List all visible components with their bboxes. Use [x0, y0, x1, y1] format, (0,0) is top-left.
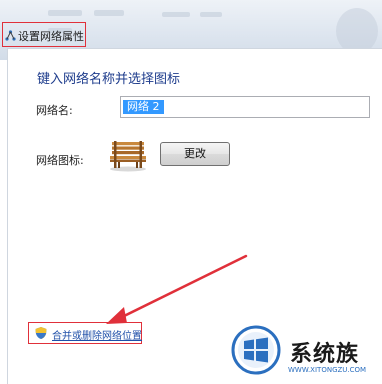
change-icon-button[interactable]: 更改: [160, 142, 230, 166]
background-blur-text: [48, 10, 82, 16]
title-annotation-box: [2, 22, 86, 47]
watermark-url: WWW.XITONGZU.COM: [288, 366, 367, 374]
shield-icon: [35, 327, 47, 339]
network-name-input[interactable]: 网络 2: [120, 96, 370, 118]
watermark-logo: [231, 325, 281, 375]
background-blur-text: [162, 12, 190, 17]
watermark-brand: 系统族: [290, 342, 360, 367]
background-blur-text: [94, 10, 124, 16]
dialog-heading: 键入网络名称并选择图标: [37, 72, 181, 87]
bench-icon: [110, 141, 146, 172]
dialog-title-bar[interactable]: 设置网络属性: [0, 22, 382, 48]
screenshot-page: 设置网络属性 键入网络名称并选择图标 网络名: 网络 2 网络图标: 更改 合并…: [0, 0, 382, 384]
network-name-label: 网络名:: [36, 104, 73, 117]
network-name-value: 网络 2: [123, 100, 164, 114]
network-icon-label: 网络图标:: [36, 154, 84, 167]
merge-or-delete-network-link[interactable]: 合并或删除网络位置: [52, 327, 142, 342]
background-blur-text: [200, 12, 222, 17]
